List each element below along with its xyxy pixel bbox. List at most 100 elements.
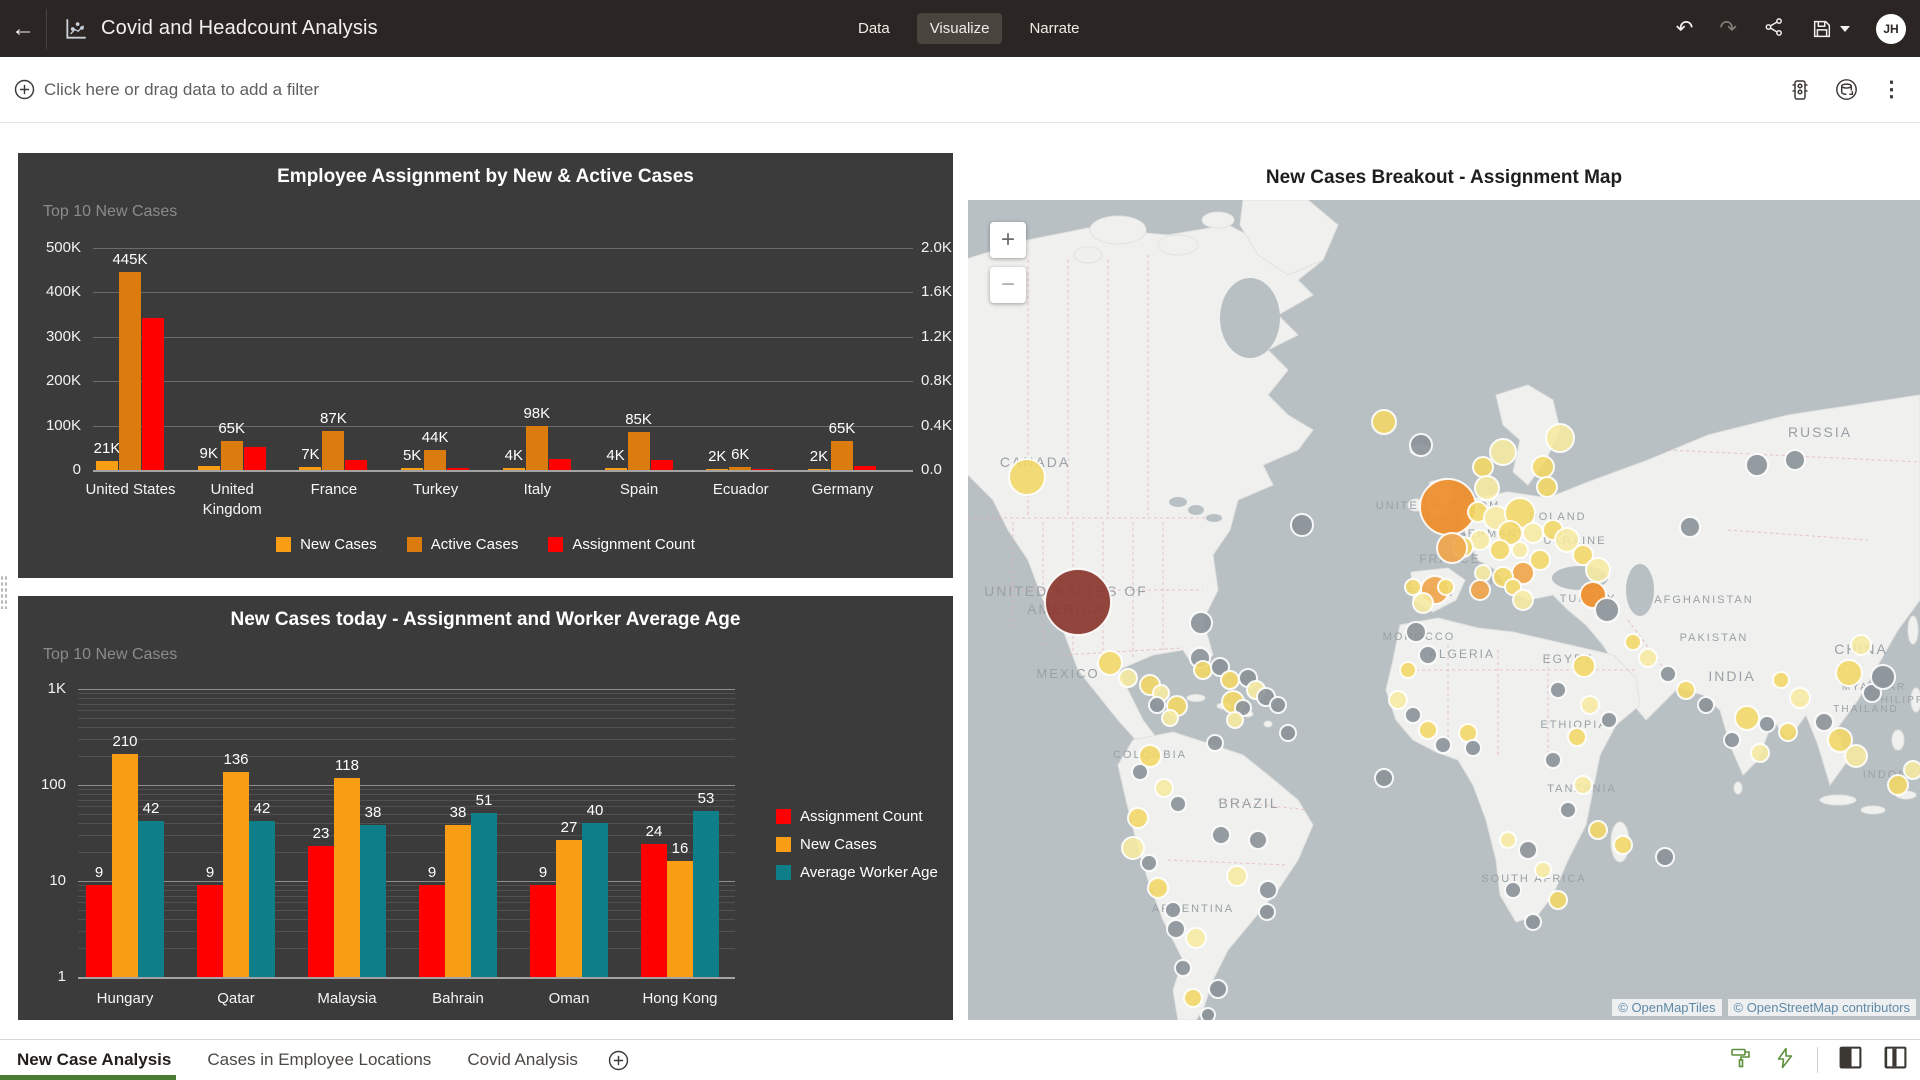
add-canvas-button[interactable] xyxy=(608,1050,629,1071)
map-bubble[interactable] xyxy=(1512,542,1528,558)
bar-active-cases[interactable] xyxy=(526,426,548,470)
map-viewport[interactable]: CANADAUNITED STATES OFAMERICAMEXICOCOLOM… xyxy=(968,200,1920,1020)
map-bubble[interactable] xyxy=(1162,710,1178,726)
panel-layout-toggle-1[interactable] xyxy=(1838,1045,1863,1075)
bar-average-worker-age[interactable] xyxy=(693,811,719,977)
map-bubble[interactable] xyxy=(1573,655,1595,677)
bar-new-cases[interactable] xyxy=(112,754,138,977)
map-bubble[interactable] xyxy=(1888,775,1908,795)
canvas-tab-cases-in-employee-locations[interactable]: Cases in Employee Locations xyxy=(207,1050,431,1070)
bar-assignment-count[interactable] xyxy=(854,466,876,470)
map-bubble[interactable] xyxy=(1413,593,1433,613)
bar-new-cases[interactable] xyxy=(96,461,118,470)
map-bubble[interactable] xyxy=(1167,920,1185,938)
map-bubble[interactable] xyxy=(1045,569,1111,635)
bar-assignment-count[interactable] xyxy=(447,468,469,470)
map-bubble[interactable] xyxy=(1375,769,1393,787)
bar-new-cases[interactable] xyxy=(667,861,693,977)
map-bubble[interactable] xyxy=(1175,960,1191,976)
map-bubble[interactable] xyxy=(1773,672,1789,688)
map-bubble[interactable] xyxy=(1568,728,1586,746)
save-button[interactable] xyxy=(1811,18,1850,40)
map-bubble[interactable] xyxy=(1639,649,1657,667)
map-bubble[interactable] xyxy=(1549,891,1567,909)
map-bubble[interactable] xyxy=(1625,634,1641,650)
map-bubble[interactable] xyxy=(1119,669,1137,687)
map-bubble[interactable] xyxy=(1098,651,1122,675)
map-bubble[interactable] xyxy=(1201,1008,1215,1020)
map-bubble[interactable] xyxy=(1490,439,1516,465)
map-bubble[interactable] xyxy=(1677,681,1695,699)
map-bubble[interactable] xyxy=(1259,904,1275,920)
map-bubble[interactable] xyxy=(1280,725,1296,741)
bar-assignment-count[interactable] xyxy=(419,885,445,977)
canvas-menu-icon[interactable]: ⋮ xyxy=(1881,77,1902,102)
add-filter-button[interactable]: Click here or drag data to add a filter xyxy=(14,79,319,100)
map-bubble[interactable] xyxy=(1581,696,1599,714)
map-bubble[interactable] xyxy=(1475,565,1491,581)
map-bubble[interactable] xyxy=(1836,660,1862,686)
bar-average-worker-age[interactable] xyxy=(582,823,608,977)
map-bubble[interactable] xyxy=(1170,796,1186,812)
bar-assignment-count[interactable] xyxy=(86,885,112,977)
zoom-out-button[interactable]: − xyxy=(990,267,1026,303)
bar-assignment-count[interactable] xyxy=(197,885,223,977)
bar-new-cases[interactable] xyxy=(503,468,525,470)
map-bubble[interactable] xyxy=(1523,523,1543,543)
map-bubble[interactable] xyxy=(1400,662,1416,678)
map-bubble[interactable] xyxy=(1249,831,1267,849)
touchup-roller-icon[interactable] xyxy=(1729,1046,1753,1075)
bar-new-cases[interactable] xyxy=(445,825,471,977)
map-bubble[interactable] xyxy=(1465,740,1481,756)
map-bubble[interactable] xyxy=(1405,579,1421,595)
map-bubble[interactable] xyxy=(1438,579,1454,595)
map-bubble[interactable] xyxy=(1790,688,1810,708)
map-bubble[interactable] xyxy=(1698,697,1714,713)
map-bubble[interactable] xyxy=(1190,612,1212,634)
map-bubble[interactable] xyxy=(1372,410,1396,434)
share-icon[interactable] xyxy=(1763,16,1785,42)
legend-item[interactable]: New Cases xyxy=(276,536,377,553)
map-bubble[interactable] xyxy=(1207,735,1223,751)
legend-item[interactable]: New Cases xyxy=(776,836,938,853)
chart-assignment-map[interactable]: New Cases Breakout - Assignment Map xyxy=(968,153,1920,1020)
map-bubble[interactable] xyxy=(1574,776,1592,794)
bar-new-cases[interactable] xyxy=(556,840,582,977)
map-bubble[interactable] xyxy=(1270,697,1286,713)
map-bubble[interactable] xyxy=(1505,882,1521,898)
bar-new-cases[interactable] xyxy=(198,466,220,470)
map-bubble[interactable] xyxy=(1406,622,1426,642)
map-bubble[interactable] xyxy=(1746,454,1768,476)
bar-assignment-count[interactable] xyxy=(549,459,571,470)
map-bubble[interactable] xyxy=(1419,721,1437,739)
bar-average-worker-age[interactable] xyxy=(138,821,164,977)
map-bubble[interactable] xyxy=(1227,712,1243,728)
map-bubble[interactable] xyxy=(1420,479,1476,535)
tab-narrate[interactable]: Narrate xyxy=(1016,13,1092,44)
bar-active-cases[interactable] xyxy=(424,450,446,470)
world-map[interactable]: CANADAUNITED STATES OFAMERICAMEXICOCOLOM… xyxy=(968,200,1920,1020)
map-bubble[interactable] xyxy=(1589,821,1607,839)
bar-active-cases[interactable] xyxy=(221,441,243,470)
bar-new-cases[interactable] xyxy=(299,467,321,470)
map-bubble[interactable] xyxy=(1410,434,1432,456)
map-bubble[interactable] xyxy=(1595,598,1619,622)
map-bubble[interactable] xyxy=(1779,723,1797,741)
map-bubble[interactable] xyxy=(1437,533,1467,563)
map-bubble[interactable] xyxy=(1389,691,1407,709)
map-bubble[interactable] xyxy=(1535,862,1551,878)
bar-active-cases[interactable] xyxy=(729,467,751,470)
map-bubble[interactable] xyxy=(1735,706,1759,730)
bar-average-worker-age[interactable] xyxy=(360,825,386,977)
user-avatar[interactable]: JH xyxy=(1876,14,1906,44)
map-bubble[interactable] xyxy=(1751,744,1769,762)
map-bubble[interactable] xyxy=(1155,779,1173,797)
map-bubble[interactable] xyxy=(1519,841,1537,859)
map-bubble[interactable] xyxy=(1545,752,1561,768)
map-bubble[interactable] xyxy=(1227,866,1247,886)
map-bubble[interactable] xyxy=(1532,456,1554,478)
map-bubble[interactable] xyxy=(1470,580,1490,600)
map-bubble[interactable] xyxy=(1128,808,1148,828)
chart-new-cases-today[interactable]: New Cases today - Assignment and Worker … xyxy=(18,596,953,1020)
map-bubble[interactable] xyxy=(1122,837,1144,859)
